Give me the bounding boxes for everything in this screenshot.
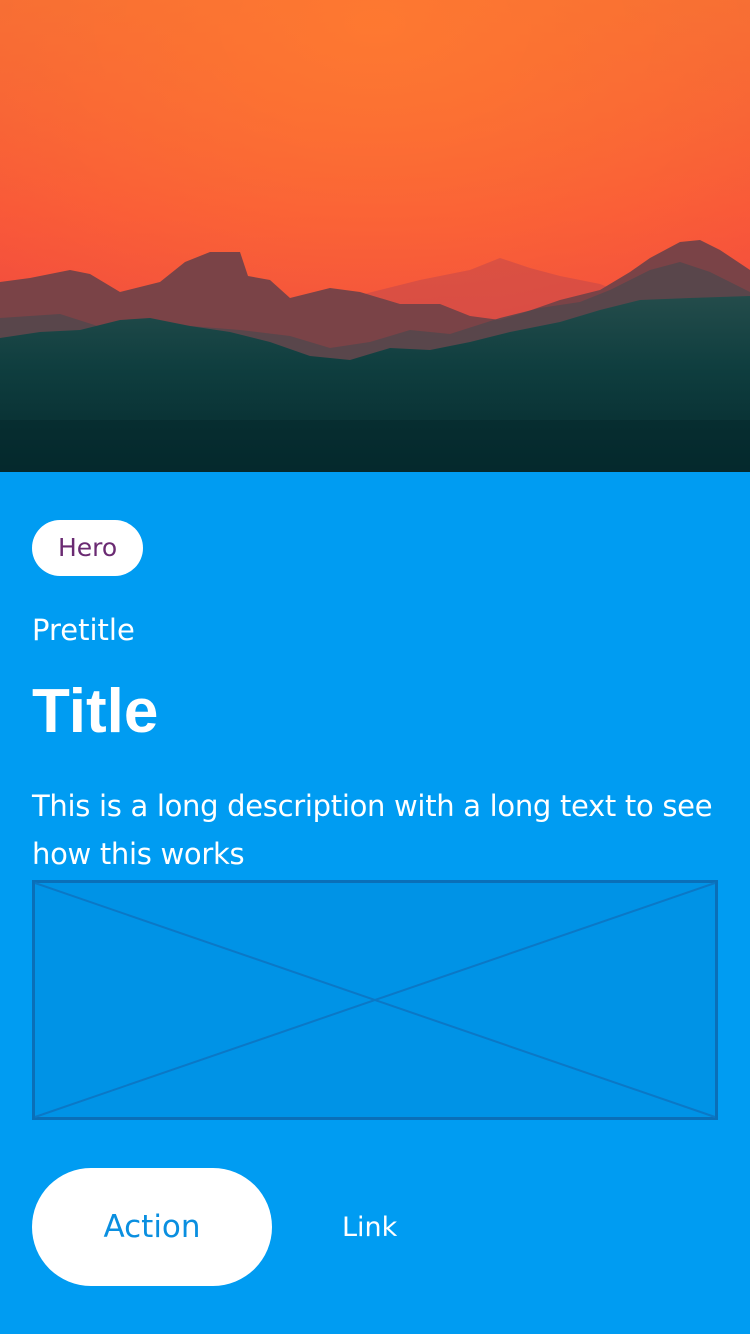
hero-page: Hero Pretitle Title This is a long descr…: [0, 0, 750, 1334]
page-title: Title: [32, 677, 159, 746]
hero-actions: Action Link: [32, 1168, 397, 1286]
mountain-sunset-image: [0, 0, 750, 472]
hero-content: Hero Pretitle Title This is a long descr…: [0, 472, 750, 1334]
action-button[interactable]: Action: [32, 1168, 272, 1286]
description: This is a long description with a long t…: [32, 789, 713, 871]
pretitle: Pretitle: [32, 613, 135, 647]
image-placeholder: [32, 880, 718, 1120]
hero-tag: Hero: [32, 520, 144, 576]
link[interactable]: Link: [342, 1212, 397, 1243]
